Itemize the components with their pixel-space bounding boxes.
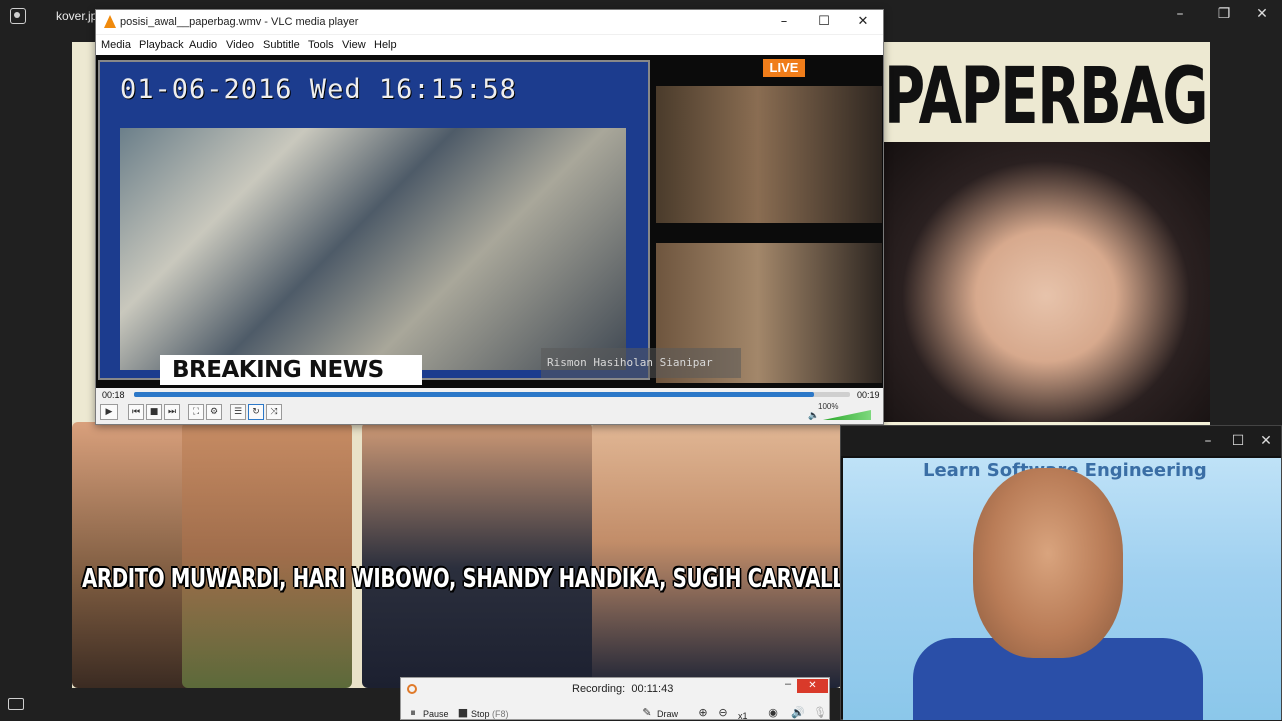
zoom-in-icon[interactable]: ⊕: [697, 707, 709, 719]
recording-elapsed: 00:11:43: [631, 683, 674, 695]
zoom-out-icon[interactable]: ⊖: [717, 707, 729, 719]
viewer-restore-button[interactable]: ❐: [1204, 0, 1244, 28]
volume-speaker-icon[interactable]: 🔈: [808, 410, 819, 421]
recorder-app-icon: [407, 684, 417, 694]
playlist-icon[interactable]: ☰: [230, 404, 246, 420]
live-badge: LIVE: [763, 59, 805, 77]
volume-level-label: 100%: [818, 402, 839, 411]
menu-subtitle[interactable]: Subtitle: [263, 39, 300, 51]
recording-status-label: Recording:: [572, 683, 626, 695]
vlc-cone-icon: [104, 15, 116, 28]
viewer-close-button[interactable]: ✕: [1242, 0, 1282, 28]
vlc-close-button[interactable]: ✕: [843, 10, 883, 34]
seek-bar[interactable]: [134, 392, 850, 397]
menu-view[interactable]: View: [342, 39, 366, 51]
stop-label: Stop: [471, 709, 490, 719]
collage-person: [182, 422, 352, 688]
collage-person: [362, 422, 592, 688]
stop-shortcut: (F8): [492, 709, 509, 719]
breaking-news-suffix: NEWS: [308, 357, 384, 383]
cctv-timestamp: 01-06-2016 Wed 16:15:58: [120, 74, 517, 105]
webcam-minimize-button[interactable]: –: [1193, 427, 1223, 455]
loop-icon[interactable]: ↻: [248, 404, 264, 420]
webcam-feed: Learn Software Engineering: [843, 458, 1281, 720]
recording-status: Recording: 00:11:43: [572, 683, 673, 695]
elapsed-time: 00:18: [102, 390, 125, 400]
people-collage: ARDITO MUWARDI, HARI WIBOWO, SHANDY HAND…: [72, 422, 947, 688]
webcam-maximize-button[interactable]: ☐: [1223, 427, 1253, 455]
vlc-video-area[interactable]: 01-06-2016 Wed 16:15:58 BREAKING NEWS LI…: [96, 55, 883, 388]
shuffle-icon[interactable]: ⤨: [266, 404, 282, 420]
pause-icon[interactable]: ⏸: [407, 707, 419, 719]
stop-square-icon[interactable]: ■: [457, 707, 469, 719]
vlc-maximize-button[interactable]: ☐: [804, 10, 844, 34]
vlc-window: posisi_awal__paperbag.wmv - VLC media pl…: [95, 9, 884, 425]
next-icon[interactable]: ⏭: [164, 404, 180, 420]
previous-icon[interactable]: ⏮: [128, 404, 144, 420]
microphone-icon[interactable]: 🎙: [813, 707, 827, 719]
pause-button[interactable]: Pause: [423, 709, 449, 719]
courtroom-feed-top: [656, 86, 882, 223]
breaking-news-banner: BREAKING NEWS: [160, 355, 422, 385]
webcam-close-button[interactable]: ✕: [1251, 427, 1281, 455]
viewer-minimize-button[interactable]: –: [1160, 0, 1200, 28]
portrait-photo: [882, 142, 1210, 422]
vlc-controls: ▶ ⏮ ■ ⏭ ⛶ ⚙ ☰ ↻ ⤨ 🔈 100%: [96, 402, 883, 424]
filmstrip-icon[interactable]: [8, 698, 24, 710]
presenter-face: [973, 468, 1123, 658]
vlc-seek-row: 00:18 00:19: [96, 388, 883, 402]
webcam-titlebar: – ☐ ✕: [841, 426, 1281, 456]
play-button[interactable]: ▶: [100, 404, 118, 420]
vlc-menubar: Media Playback Audio Video Subtitle Tool…: [96, 35, 883, 55]
menu-playback[interactable]: Playback: [139, 39, 184, 51]
menu-help[interactable]: Help: [374, 39, 397, 51]
speaker-icon[interactable]: 🔊: [791, 707, 805, 719]
collage-person: [592, 422, 842, 688]
vlc-titlebar: posisi_awal__paperbag.wmv - VLC media pl…: [96, 10, 883, 34]
vlc-window-title: posisi_awal__paperbag.wmv - VLC media pl…: [120, 16, 359, 28]
video-watermark: Rismon Hasiholan Sianipar: [541, 348, 741, 378]
total-time: 00:19: [857, 390, 880, 400]
collage-caption: ARDITO MUWARDI, HARI WIBOWO, SHANDY HAND…: [82, 564, 947, 594]
stop-icon[interactable]: ■: [146, 404, 162, 420]
photos-app-icon: [10, 8, 26, 24]
breaking-news-prefix: BREAKING: [172, 357, 302, 383]
cctv-scene: [120, 128, 626, 370]
stop-button[interactable]: Stop (F8): [471, 709, 509, 719]
draw-button[interactable]: Draw: [657, 709, 678, 719]
screen-recorder-bar: Recording: 00:11:43 – ✕ ⏸ Pause ■ Stop (…: [400, 677, 830, 721]
volume-slider[interactable]: [823, 410, 871, 420]
recorder-minimize-button[interactable]: –: [785, 678, 791, 690]
fullscreen-icon[interactable]: ⛶: [188, 404, 204, 420]
extended-settings-icon[interactable]: ⚙: [206, 404, 222, 420]
recorder-close-button[interactable]: ✕: [797, 679, 828, 693]
cctv-footage: 01-06-2016 Wed 16:15:58: [98, 60, 650, 380]
image-headline: PAPERBAG: [884, 52, 1209, 142]
menu-video[interactable]: Video: [226, 39, 254, 51]
seek-bar-fill: [134, 392, 815, 397]
menu-tools[interactable]: Tools: [308, 39, 334, 51]
webcam-icon[interactable]: ◉: [767, 707, 779, 719]
webcam-window: – ☐ ✕ Learn Software Engineering: [840, 425, 1282, 720]
menu-media[interactable]: Media: [101, 39, 131, 51]
vlc-minimize-button[interactable]: –: [764, 10, 804, 34]
pen-icon[interactable]: ✎: [641, 707, 653, 719]
menu-audio[interactable]: Audio: [189, 39, 217, 51]
